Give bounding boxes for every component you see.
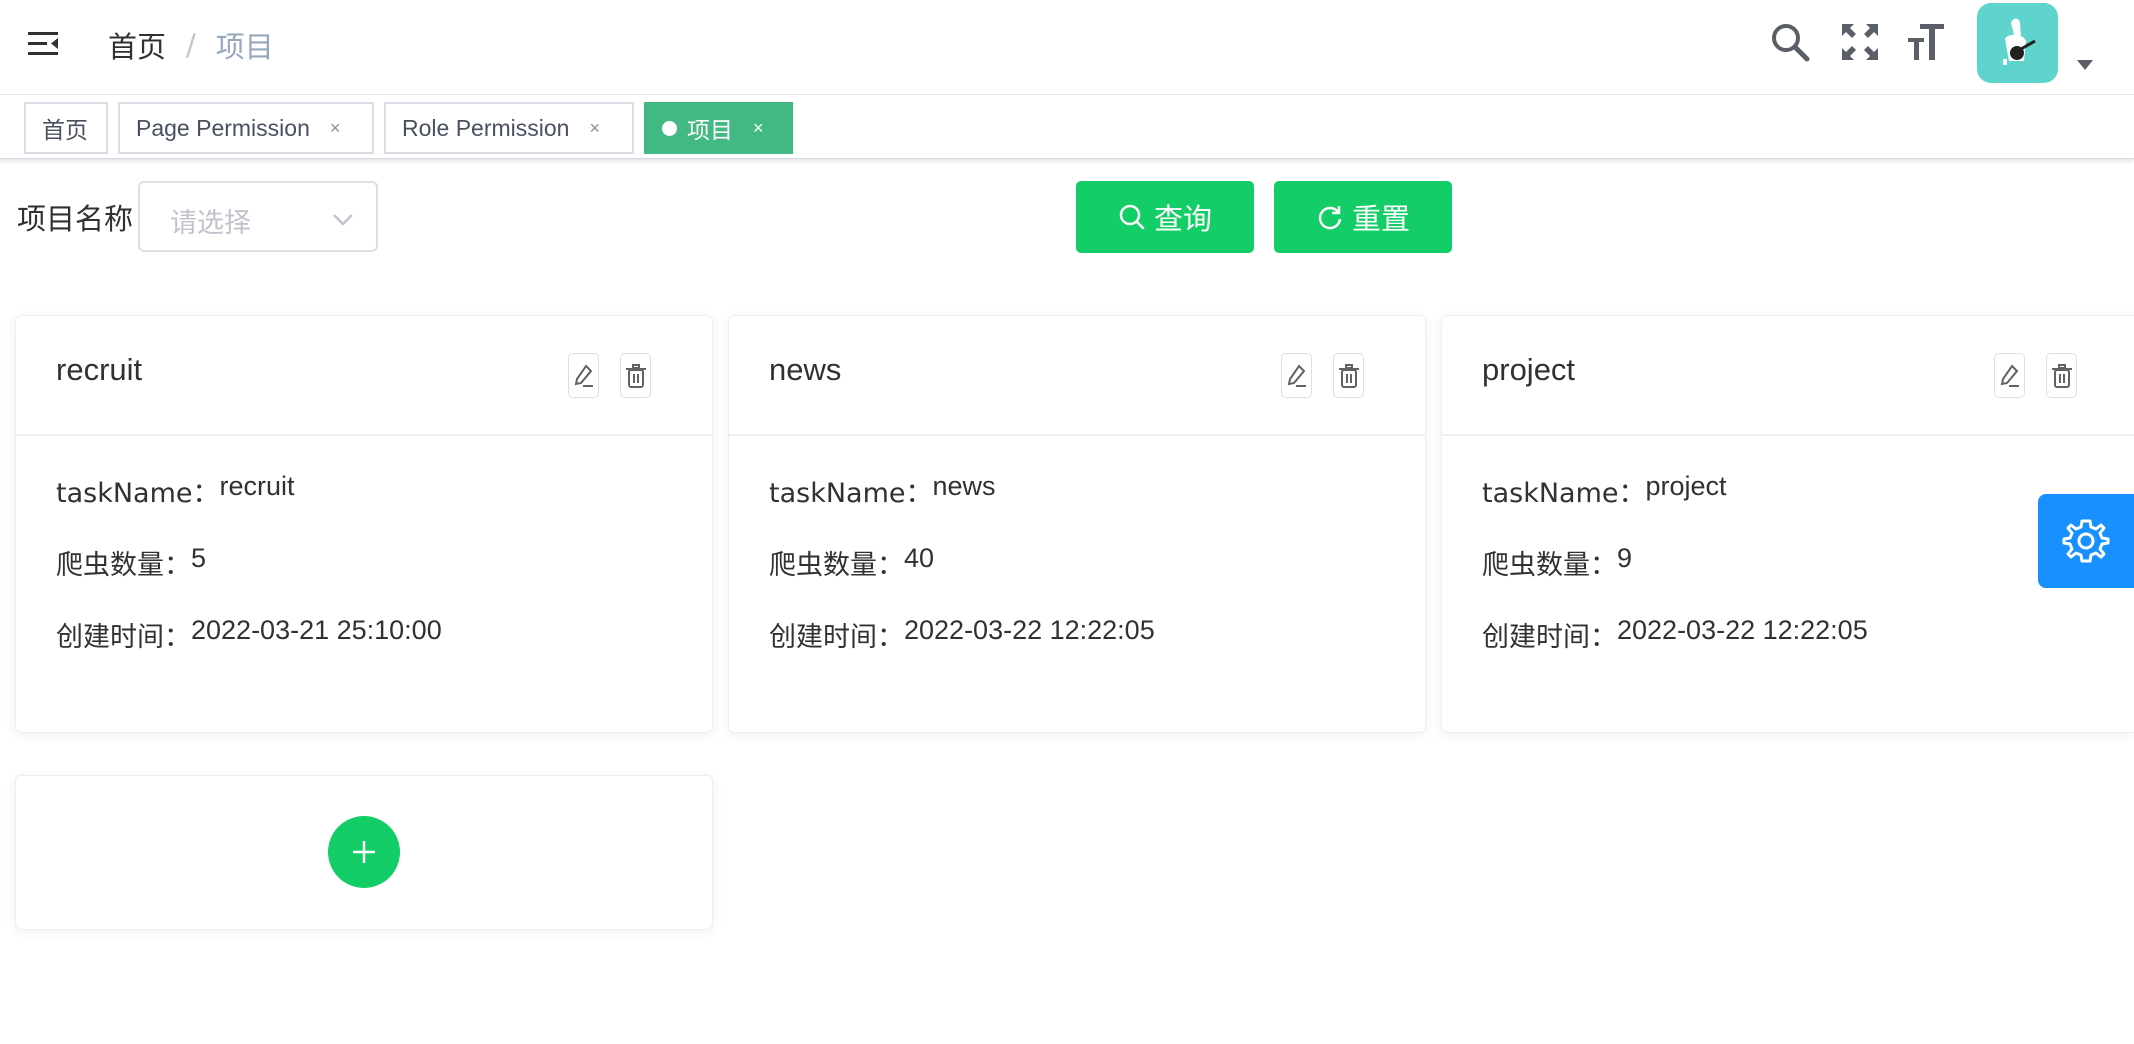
task-name-label: taskName：	[769, 478, 933, 509]
tag-project[interactable]: 项目 ×	[644, 102, 793, 154]
font-size-icon[interactable]	[1906, 22, 1946, 62]
created-time-label: 创建时间：	[56, 622, 191, 653]
search-button[interactable]: 查询	[1076, 181, 1254, 253]
tag-label: Role Permission	[402, 114, 570, 141]
task-name-row: taskName： news	[769, 471, 1155, 543]
breadcrumb-separator: /	[186, 28, 196, 62]
breadcrumb: 首页 / 项目	[108, 24, 274, 66]
delete-button[interactable]	[620, 353, 651, 398]
task-name-label: taskName：	[1482, 478, 1646, 509]
delete-button[interactable]	[1333, 353, 1364, 398]
spider-count-value: 40	[904, 543, 935, 573]
close-icon[interactable]: ×	[753, 118, 764, 139]
search-icon[interactable]	[1770, 22, 1810, 62]
project-card: recruit taskName： recruit 爬虫数量： 5 创建时间： …	[15, 315, 713, 733]
tag-label: 项目	[687, 118, 733, 144]
spider-count-label: 爬虫数量：	[1482, 550, 1617, 581]
trash-icon	[2051, 363, 2072, 388]
spider-count-row: 爬虫数量： 9	[1482, 543, 1868, 615]
task-name-row: taskName： recruit	[56, 471, 442, 543]
spider-count-label: 爬虫数量：	[56, 550, 191, 581]
spider-count-row: 爬虫数量： 5	[56, 543, 442, 615]
created-time-value: 2022-03-21 25:10:00	[191, 615, 442, 645]
task-name-label: taskName：	[56, 478, 220, 509]
close-icon[interactable]: ×	[330, 118, 341, 139]
chevron-down-icon[interactable]	[2077, 57, 2093, 70]
reset-button-label: 重置	[1351, 202, 1410, 236]
created-time-label: 创建时间：	[769, 622, 904, 653]
created-time-row: 创建时间： 2022-03-22 12:22:05	[769, 615, 1155, 687]
tag-role-permission[interactable]: Role Permission ×	[384, 102, 634, 154]
project-name-label: 项目名称	[17, 202, 134, 236]
created-time-label: 创建时间：	[1482, 622, 1617, 653]
trash-icon	[625, 363, 646, 388]
fullscreen-icon[interactable]	[1840, 22, 1880, 62]
edit-button[interactable]	[1281, 353, 1312, 398]
card-title: news	[769, 352, 842, 387]
card-body: taskName： recruit 爬虫数量： 5 创建时间： 2022-03-…	[56, 471, 442, 687]
navbar: 首页 / 项目	[0, 0, 2134, 95]
breadcrumb-home[interactable]: 首页	[108, 24, 166, 66]
task-name-row: taskName： project	[1482, 471, 1868, 543]
created-time-row: 创建时间： 2022-03-21 25:10:00	[56, 615, 442, 687]
gear-icon	[2062, 519, 2110, 563]
breadcrumb-current: 项目	[215, 30, 274, 64]
tags-view: 首页 Page Permission × Role Permission × 项…	[0, 95, 2134, 159]
card-header: news	[729, 316, 1425, 436]
active-dot-icon	[662, 120, 677, 136]
reset-button[interactable]: 重置	[1274, 181, 1452, 253]
card-header: project	[1442, 316, 2134, 436]
add-project-card	[15, 775, 713, 930]
trash-icon	[1338, 363, 1359, 388]
hamburger-icon[interactable]	[28, 28, 60, 60]
edit-button[interactable]	[1994, 353, 2025, 398]
tag-label: Page Permission	[136, 114, 310, 141]
chevron-down-icon	[332, 208, 354, 230]
edit-icon	[2000, 363, 2019, 387]
search-icon	[1119, 204, 1145, 230]
settings-button[interactable]	[2038, 494, 2134, 588]
delete-button[interactable]	[2046, 353, 2077, 398]
avatar[interactable]	[1977, 3, 2058, 83]
tag-page-permission[interactable]: Page Permission ×	[118, 102, 374, 154]
card-header: recruit	[16, 316, 712, 436]
created-time-row: 创建时间： 2022-03-22 12:22:05	[1482, 615, 1868, 687]
plus-icon	[353, 841, 375, 863]
add-project-button[interactable]	[328, 816, 400, 888]
task-name-value: news	[932, 471, 996, 501]
tag-home[interactable]: 首页	[24, 102, 108, 154]
task-name-value: recruit	[219, 471, 295, 501]
select-placeholder: 请选择	[170, 208, 251, 239]
spider-count-label: 爬虫数量：	[769, 550, 904, 581]
tag-label: 首页	[42, 117, 88, 143]
search-button-label: 查询	[1153, 202, 1212, 236]
card-body: taskName： project 爬虫数量： 9 创建时间： 2022-03-…	[1482, 471, 1868, 687]
created-time-value: 2022-03-22 12:22:05	[1617, 615, 1868, 645]
spider-count-row: 爬虫数量： 40	[769, 543, 1155, 615]
project-name-select[interactable]: 请选择	[138, 181, 378, 252]
card-title: recruit	[56, 352, 143, 387]
edit-icon	[1287, 363, 1306, 387]
edit-button[interactable]	[568, 353, 599, 398]
edit-icon	[574, 363, 593, 387]
spider-count-value: 5	[191, 543, 207, 573]
project-card: news taskName： news 爬虫数量： 40 创建时间： 2022-…	[728, 315, 1426, 733]
spider-count-value: 9	[1617, 543, 1633, 573]
task-name-value: project	[1645, 471, 1727, 501]
card-title: project	[1482, 352, 1576, 387]
refresh-icon	[1318, 206, 1342, 230]
close-icon[interactable]: ×	[589, 118, 600, 139]
project-card: project taskName： project 爬虫数量： 9 创建时间： …	[1441, 315, 2134, 733]
card-body: taskName： news 爬虫数量： 40 创建时间： 2022-03-22…	[769, 471, 1155, 687]
created-time-value: 2022-03-22 12:22:05	[904, 615, 1155, 645]
